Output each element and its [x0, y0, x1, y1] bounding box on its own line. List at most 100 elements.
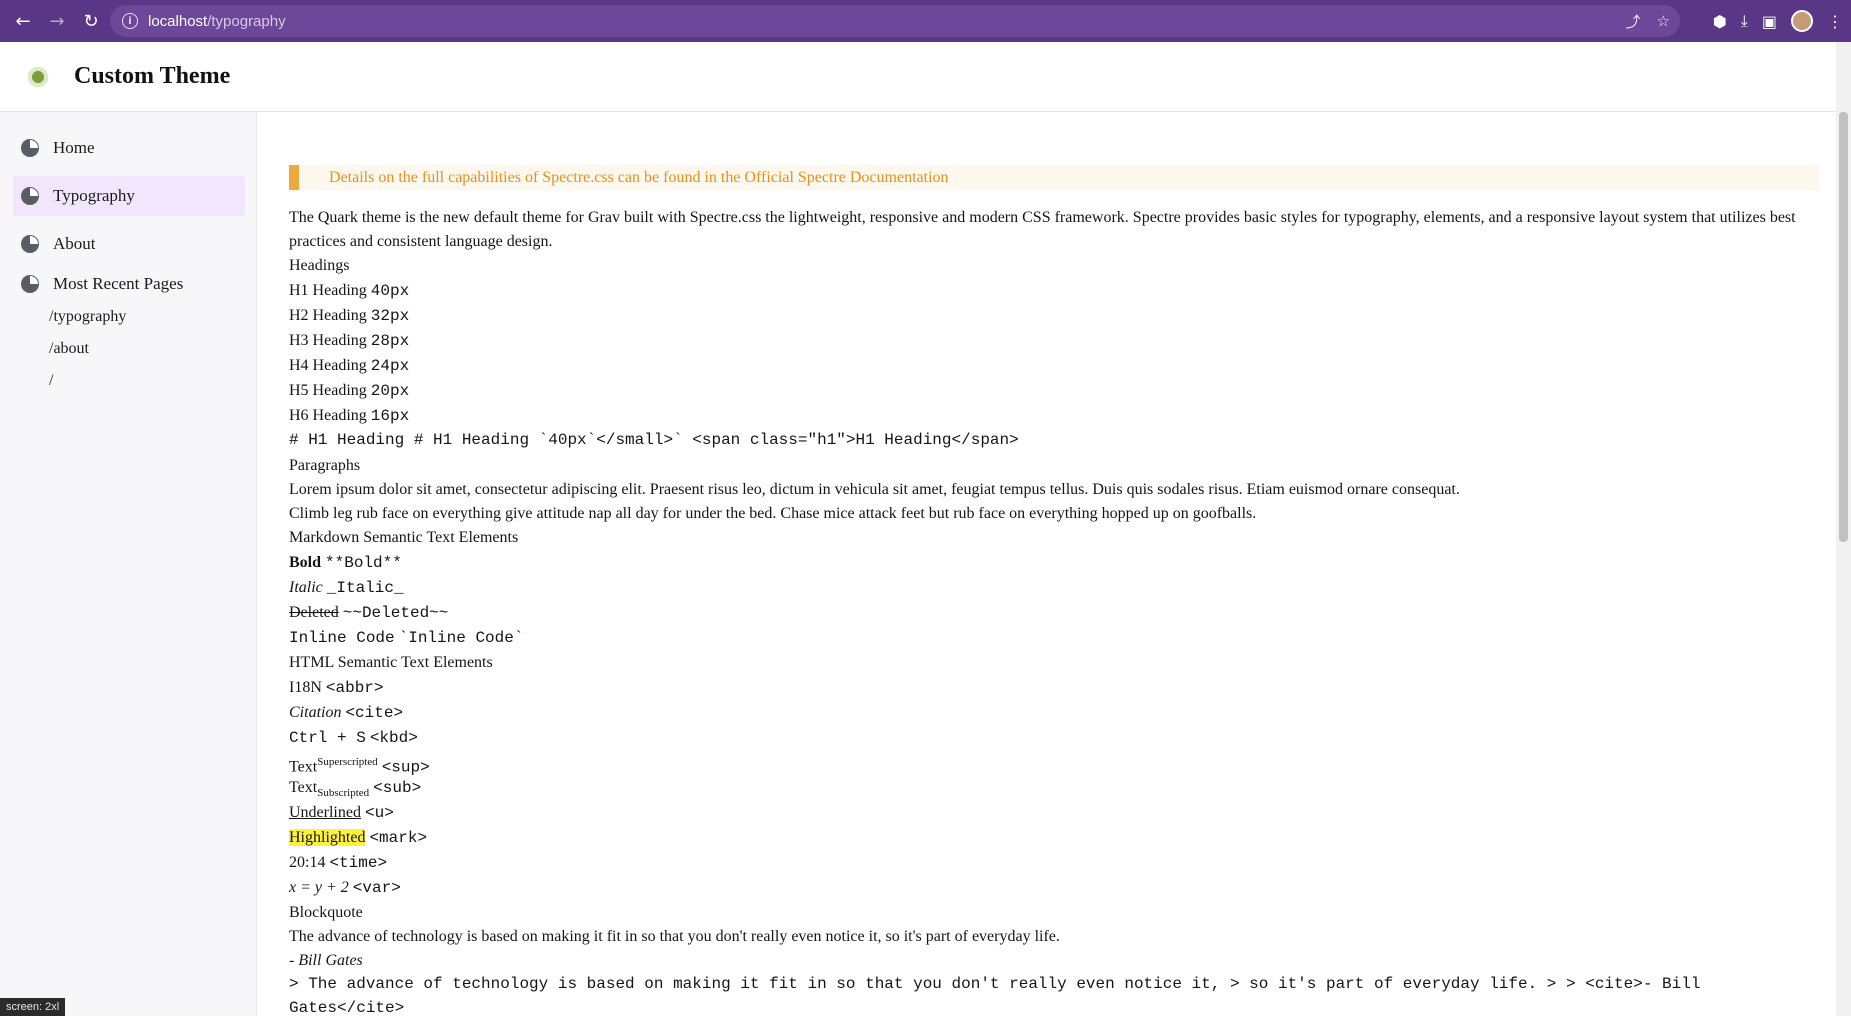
info-toast[interactable]: Details on the full capabilities of Spec… [289, 165, 1819, 190]
underline-sample: Underlined <u> [289, 802, 394, 824]
browser-menu-icon[interactable]: ⋮ [1827, 12, 1843, 31]
sub-sample: TextSubscripted <sub> [289, 777, 421, 804]
kbd-text: Ctrl + S [289, 729, 366, 747]
heading-code-sample: # H1 Heading # H1 Heading `40px`</small>… [289, 431, 1019, 449]
sup-text: Superscripted [317, 756, 378, 768]
heading-sample-h4: H4 Heading 24px [289, 355, 409, 377]
recent-link-typography[interactable]: /typography [49, 308, 126, 326]
sidebar-item-label: About [53, 234, 96, 253]
code-label: <abbr> [325, 679, 384, 697]
url-path: /typography [207, 12, 286, 30]
code-label: <kbd> [369, 729, 418, 747]
sidebar-item-label: Typography [53, 186, 135, 205]
browser-toolbar: ← → ↻ i localhost/typography ⤴ ☆ ⬢ ⤓ ▣ ⋮ [0, 0, 1851, 42]
section-title: Paragraphs [289, 457, 361, 474]
heading-size: 24px [370, 357, 410, 375]
var-sample: x = y + 2 <var> [289, 877, 401, 899]
time-sample: 20:14 <time> [289, 852, 387, 874]
address-bar[interactable]: i localhost/typography ⤴ ☆ [110, 5, 1680, 37]
heading-sample-h1: H1 Heading 40px [289, 280, 409, 302]
forward-icon[interactable]: → [42, 6, 72, 36]
recent-link-home[interactable]: / [49, 372, 53, 390]
side-panel-icon[interactable]: ▣ [1762, 12, 1777, 31]
code-label: ~~Deleted~~ [342, 604, 449, 622]
page-scrollbar[interactable] [1836, 42, 1851, 1016]
heading-sample-h5: H5 Heading 20px [289, 380, 409, 402]
underlined-text: Underlined [289, 804, 361, 821]
blockquote-code: > The advance of technology is based on … [289, 975, 1701, 993]
heading-label: H6 Heading [289, 407, 367, 424]
scrollbar-thumb[interactable] [1839, 112, 1848, 542]
section-title: Blockquote [289, 904, 363, 921]
recent-link-about[interactable]: /about [49, 340, 89, 358]
mark-sample: Highlighted <mark> [289, 827, 427, 849]
section-title: Headings [289, 257, 350, 274]
sub-base-text: Text [289, 779, 318, 796]
inline-code-text: Inline Code [289, 629, 395, 647]
heading-size: 20px [370, 382, 410, 400]
screen-size-badge: screen: 2xl [0, 998, 66, 1016]
code-label: _Italic_ [326, 579, 404, 597]
time-text: 20:14 [289, 854, 326, 871]
heading-label: H1 Heading [289, 282, 367, 299]
heading-label: H4 Heading [289, 357, 367, 374]
sidebar-item-home[interactable]: Home [13, 128, 245, 168]
download-icon[interactable]: ⤓ [1741, 11, 1748, 31]
sidebar-item-about[interactable]: About [13, 224, 245, 264]
sub-text: Subscripted [317, 787, 370, 800]
abbr-sample: I18N <abbr> [289, 677, 384, 699]
heading-label: H2 Heading [289, 307, 367, 324]
deleted-text: Deleted [289, 604, 339, 621]
cite-text: - Bill Gates [289, 952, 363, 969]
section-title: HTML Semantic Text Elements [289, 654, 493, 671]
pie-chart-icon [21, 187, 39, 205]
heading-label: H5 Heading [289, 382, 367, 399]
profile-avatar[interactable] [1791, 10, 1813, 32]
heading-sample-h3: H3 Heading 28px [289, 330, 409, 352]
heading-sample-h6: H6 Heading 16px [289, 405, 409, 427]
heading-sample-h2: H2 Heading 32px [289, 305, 409, 327]
reload-icon[interactable]: ↻ [76, 6, 106, 36]
paragraph-sample: Climb leg rub face on everything give at… [289, 505, 1257, 522]
bold-text: Bold [289, 554, 322, 571]
sup-base-text: Text [289, 758, 318, 776]
code-label: `Inline Code` [398, 629, 524, 647]
sidebar-item-typography[interactable]: Typography [13, 176, 245, 216]
intro-paragraph-cont: practices and consistent language design… [289, 233, 553, 250]
italic-text: Italic [289, 579, 323, 596]
bookmark-star-icon[interactable]: ☆ [1657, 12, 1670, 30]
url-text[interactable]: localhost/typography [148, 13, 286, 30]
heading-size: 40px [370, 282, 410, 300]
bold-sample: Bold **Bold** [289, 552, 402, 574]
pie-chart-icon [21, 235, 39, 253]
site-title[interactable]: Custom Theme [74, 63, 230, 90]
cite-sample: Citation <cite> [289, 702, 403, 724]
code-label: <time> [329, 854, 388, 872]
deleted-sample: Deleted ~~Deleted~~ [289, 602, 448, 624]
abbr-text: I18N [289, 679, 322, 696]
italic-sample: Italic _Italic_ [289, 577, 404, 599]
sidebar-item-label: Home [53, 138, 95, 157]
url-host: localhost [148, 12, 208, 30]
sidebar: Home Typography About Most Recent Pages … [0, 112, 257, 1016]
pie-chart-icon [21, 139, 39, 157]
back-icon[interactable]: ← [8, 6, 38, 36]
site-info-icon[interactable]: i [122, 13, 138, 29]
intro-paragraph: The Quark theme is the new default theme… [289, 209, 1796, 226]
site-logo[interactable] [26, 64, 50, 89]
sidebar-item-most-recent[interactable]: Most Recent Pages [13, 264, 245, 304]
code-label: **Bold** [325, 554, 402, 572]
blockquote-text: The advance of technology is based on ma… [289, 928, 1060, 945]
highlighted-text: Highlighted [289, 829, 366, 846]
heading-size: 32px [370, 307, 410, 325]
site-header: Custom Theme [0, 42, 1836, 112]
sup-sample: TextSuperscripted <sup> [289, 752, 430, 778]
sidebar-item-label: Most Recent Pages [53, 274, 184, 293]
pie-chart-icon [21, 275, 39, 293]
extensions-icon[interactable]: ⬢ [1713, 12, 1727, 31]
paragraph-sample: Lorem ipsum dolor sit amet, consectetur … [289, 481, 1460, 498]
cite-text: Citation [289, 704, 342, 721]
share-icon[interactable]: ⤴ [1626, 11, 1641, 32]
section-title: Markdown Semantic Text Elements [289, 529, 519, 546]
heading-size: 16px [370, 407, 410, 425]
